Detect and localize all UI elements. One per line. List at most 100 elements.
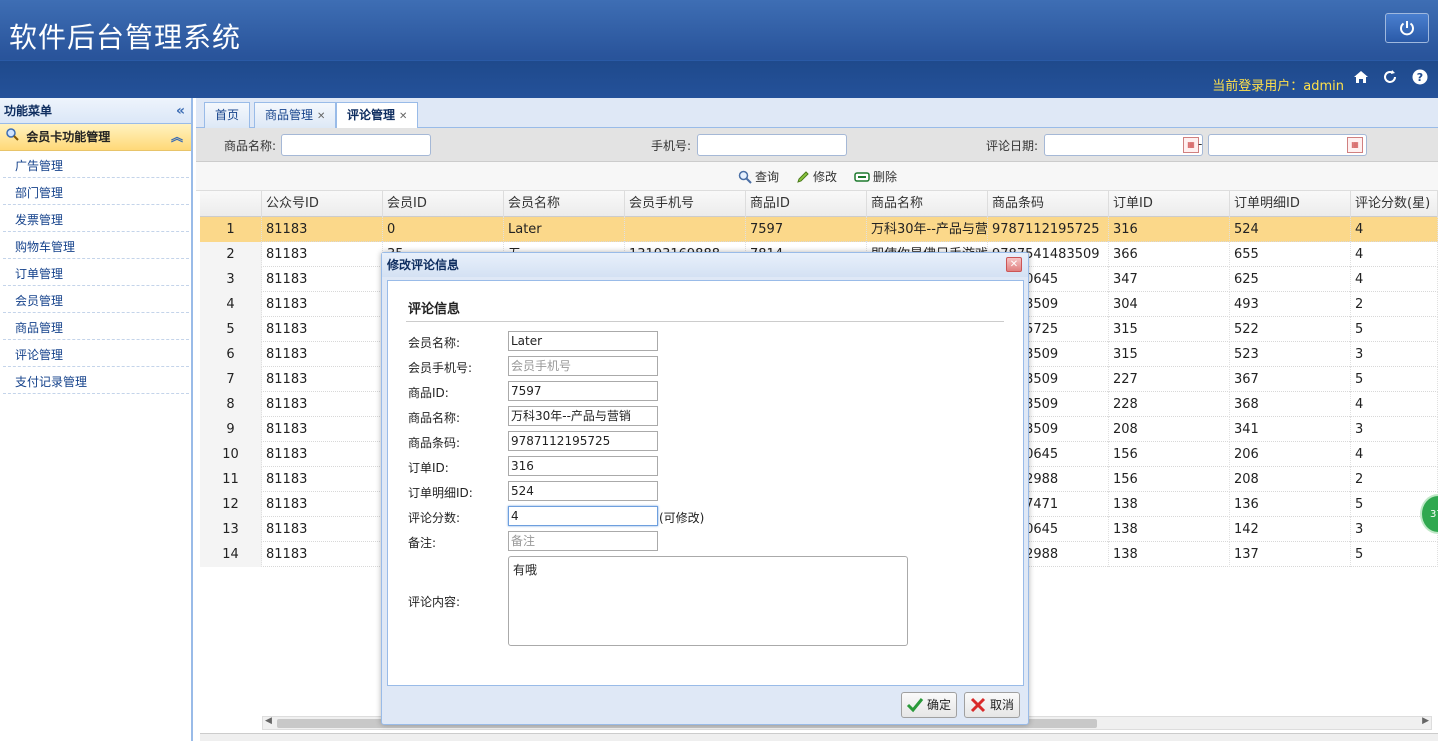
table-cell: 81183 [262, 292, 383, 317]
column-header[interactable]: 商品ID [746, 191, 867, 217]
tab-bar: 首页 商品管理 ✕ 评论管理 ✕ [196, 98, 1438, 129]
calendar-icon[interactable]: ▦ [1347, 137, 1363, 153]
row-number: 8 [200, 392, 262, 417]
product-id-field[interactable]: 7597 [508, 381, 658, 401]
sidebar-group-member-card[interactable]: 会员卡功能管理 ︽ [0, 124, 191, 151]
tab-label: 评论管理 [347, 108, 396, 122]
table-cell: 304 [1109, 292, 1230, 317]
column-header[interactable]: 订单明细ID [1230, 191, 1351, 217]
section-divider [406, 321, 1004, 322]
barcode-field[interactable]: 9787112195725 [508, 431, 658, 451]
member-phone-field[interactable]: 会员手机号 [508, 356, 658, 376]
sidebar-group-label: 会员卡功能管理 [26, 130, 111, 144]
sidebar-item-department[interactable]: 部门管理 [3, 178, 189, 205]
order-id-field[interactable]: 316 [508, 456, 658, 476]
close-icon[interactable]: ✕ [1006, 257, 1022, 272]
table-cell: 81183 [262, 217, 383, 242]
sidebar-item-cart[interactable]: 购物车管理 [3, 232, 189, 259]
order-detail-id-field[interactable]: 524 [508, 481, 658, 501]
dialog-body: 评论信息 会员名称: Later 会员手机号: 会员手机号 商品ID: 7597… [387, 280, 1024, 686]
tab-comments[interactable]: 评论管理 ✕ [336, 102, 419, 129]
dialog-title-bar: 修改评论信息 ✕ [382, 253, 1028, 277]
home-icon[interactable] [1352, 68, 1370, 86]
scroll-left-icon[interactable]: ◀ [265, 716, 272, 726]
ok-button[interactable]: 确定 [901, 692, 958, 718]
sidebar-item-orders[interactable]: 订单管理 [3, 259, 189, 286]
tab-home[interactable]: 首页 [204, 102, 251, 128]
row-number: 12 [200, 492, 262, 517]
table-cell: 81183 [262, 442, 383, 467]
section-title: 评论信息 [408, 302, 461, 317]
sidebar-item-products[interactable]: 商品管理 [3, 313, 189, 340]
table-cell: 493 [1230, 292, 1351, 317]
cancel-button[interactable]: 取消 [964, 692, 1021, 718]
tab-label: 首页 [215, 108, 240, 122]
table-cell: 4 [1351, 217, 1438, 242]
table-cell: 7597 [746, 217, 867, 242]
table-cell: 138 [1109, 542, 1230, 567]
order-detail-id-label: 订单明细ID: [408, 486, 473, 500]
product-name-field[interactable]: 万科30年--产品与营销 [508, 406, 658, 426]
column-header[interactable]: 商品条码 [988, 191, 1109, 217]
sidebar-item-ads[interactable]: 广告管理 [3, 151, 189, 178]
edit-button[interactable]: 修改 [796, 168, 837, 185]
table-cell: 2 [1351, 467, 1438, 492]
column-header[interactable]: 公众号ID [262, 191, 383, 217]
sidebar-item-payments[interactable]: 支付记录管理 [3, 367, 189, 394]
close-icon[interactable]: ✕ [399, 111, 407, 122]
table-cell: 81183 [262, 542, 383, 567]
remark-field[interactable]: 备注 [508, 531, 658, 551]
member-name-field[interactable]: Later [508, 331, 658, 351]
column-header[interactable]: 会员ID [383, 191, 504, 217]
table-cell: 227 [1109, 367, 1230, 392]
help-icon[interactable]: ? [1411, 68, 1429, 86]
table-cell: 4 [1351, 392, 1438, 417]
table-cell: 315 [1109, 342, 1230, 367]
table-row[interactable]: 1 81183 0 Later 7597 万科30年--产品与营销 978711219572… [200, 217, 1438, 242]
row-number: 14 [200, 542, 262, 567]
calendar-icon[interactable]: ▦ [1183, 137, 1199, 153]
row-number-header [200, 191, 262, 217]
collapse-left-icon[interactable]: « [176, 98, 185, 124]
content-textarea[interactable]: 有哦 [508, 556, 908, 646]
scroll-right-icon[interactable]: ▶ [1422, 716, 1429, 726]
table-cell: 9787112195725 [988, 217, 1109, 242]
column-header[interactable]: 商品名称 [867, 191, 988, 217]
table-cell: 81183 [262, 492, 383, 517]
search-icon [738, 170, 752, 184]
search-icon [6, 124, 22, 151]
column-header[interactable]: 评论分数(星) [1351, 191, 1438, 217]
score-field[interactable]: 4 [508, 506, 658, 526]
date-end-input[interactable]: ▦ [1208, 134, 1367, 156]
app-header: 软件后台管理系统 当前登录用户：admin ? [0, 0, 1438, 98]
date-start-input[interactable]: ▦ [1044, 134, 1203, 156]
phone-input[interactable] [697, 134, 847, 156]
product-name-input[interactable] [281, 134, 431, 156]
sidebar: 功能菜单 « 会员卡功能管理 ︽ 广告管理 部门管理 发票管理 购物车管理 订单… [0, 98, 193, 741]
sidebar-item-comments[interactable]: 评论管理 [3, 340, 189, 367]
sidebar-item-members[interactable]: 会员管理 [3, 286, 189, 313]
delete-button[interactable]: 删除 [854, 168, 897, 185]
query-button[interactable]: 查询 [738, 168, 779, 185]
table-cell [625, 217, 746, 242]
barcode-label: 商品条码: [408, 436, 461, 450]
column-header[interactable]: 订单ID [1109, 191, 1230, 217]
table-cell: 137 [1230, 542, 1351, 567]
product-name-label: 商品名称: [224, 139, 277, 153]
power-button[interactable] [1385, 13, 1429, 43]
column-header[interactable]: 会员手机号 [625, 191, 746, 217]
tab-products[interactable]: 商品管理 ✕ [254, 102, 337, 128]
phone-label: 手机号: [651, 139, 692, 153]
dialog-footer: 确定 取消 [387, 687, 1024, 723]
table-cell: 81183 [262, 267, 383, 292]
comment-date-label: 评论日期: [986, 139, 1039, 153]
column-header[interactable]: 会员名称 [504, 191, 625, 217]
close-icon[interactable]: ✕ [317, 111, 325, 122]
table-cell: 523 [1230, 342, 1351, 367]
table-cell: 341 [1230, 417, 1351, 442]
pager-bar [200, 733, 1438, 741]
refresh-icon[interactable] [1381, 68, 1399, 86]
table-cell: 81183 [262, 392, 383, 417]
sidebar-item-invoice[interactable]: 发票管理 [3, 205, 189, 232]
chevron-up-icon[interactable]: ︽ [171, 124, 183, 151]
